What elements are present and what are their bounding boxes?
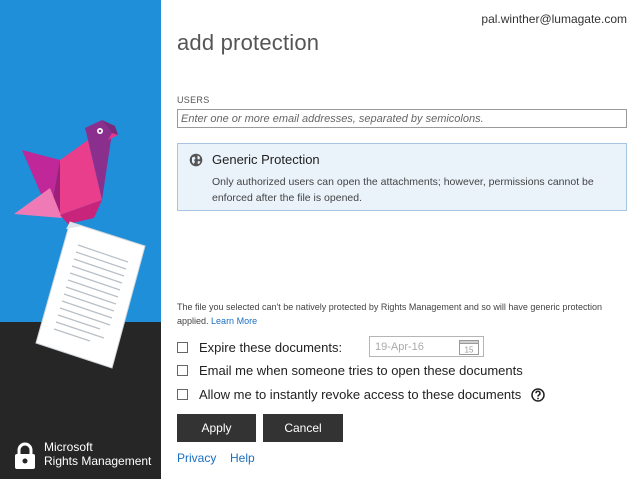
- brand-logo: Microsoft Rights Management: [14, 440, 151, 470]
- privacy-link[interactable]: Privacy: [177, 451, 216, 465]
- lock-icon: [15, 442, 35, 469]
- globe-icon: [189, 153, 203, 167]
- protection-description: Only authorized users can open the attac…: [212, 176, 594, 204]
- brand-line2: Rights Management: [44, 454, 152, 468]
- email-checkbox[interactable]: [177, 365, 188, 376]
- document-illustration: [35, 221, 146, 369]
- expire-checkbox[interactable]: [177, 342, 188, 353]
- brand-line1: Microsoft: [44, 440, 93, 454]
- generic-protection-notice: The file you selected can't be natively …: [177, 300, 627, 328]
- brand-panel: Microsoft Rights Management: [0, 0, 161, 479]
- expire-label: Expire these documents:: [199, 340, 343, 355]
- protection-title: Generic Protection: [212, 152, 320, 167]
- expire-option: Expire these documents:: [177, 340, 342, 355]
- calendar-day: 15: [465, 346, 474, 355]
- apply-button[interactable]: Apply: [177, 414, 256, 442]
- page-title: add protection: [177, 30, 320, 55]
- revoke-option: Allow me to instantly revoke access to t…: [177, 387, 546, 402]
- email-option: Email me when someone tries to open thes…: [177, 363, 523, 378]
- revoke-checkbox[interactable]: [177, 389, 188, 400]
- calendar-icon[interactable]: 15: [459, 339, 479, 355]
- revoke-label: Allow me to instantly revoke access to t…: [199, 387, 522, 402]
- account-email: pal.winther@lumagate.com: [481, 12, 627, 26]
- help-icon[interactable]: [531, 387, 546, 402]
- email-label: Email me when someone tries to open thes…: [199, 363, 523, 378]
- generic-protection-option[interactable]: Generic Protection Only authorized users…: [177, 143, 627, 211]
- users-input[interactable]: [177, 109, 627, 128]
- help-link[interactable]: Help: [230, 451, 255, 465]
- learn-more-link[interactable]: Learn More: [211, 316, 257, 326]
- cancel-button[interactable]: Cancel: [263, 414, 343, 442]
- bird-illustration: [14, 120, 146, 369]
- expire-date-field[interactable]: 19-Apr-16 15: [369, 336, 484, 357]
- expire-date-value: 19-Apr-16: [375, 341, 424, 353]
- users-label: USERS: [177, 95, 210, 105]
